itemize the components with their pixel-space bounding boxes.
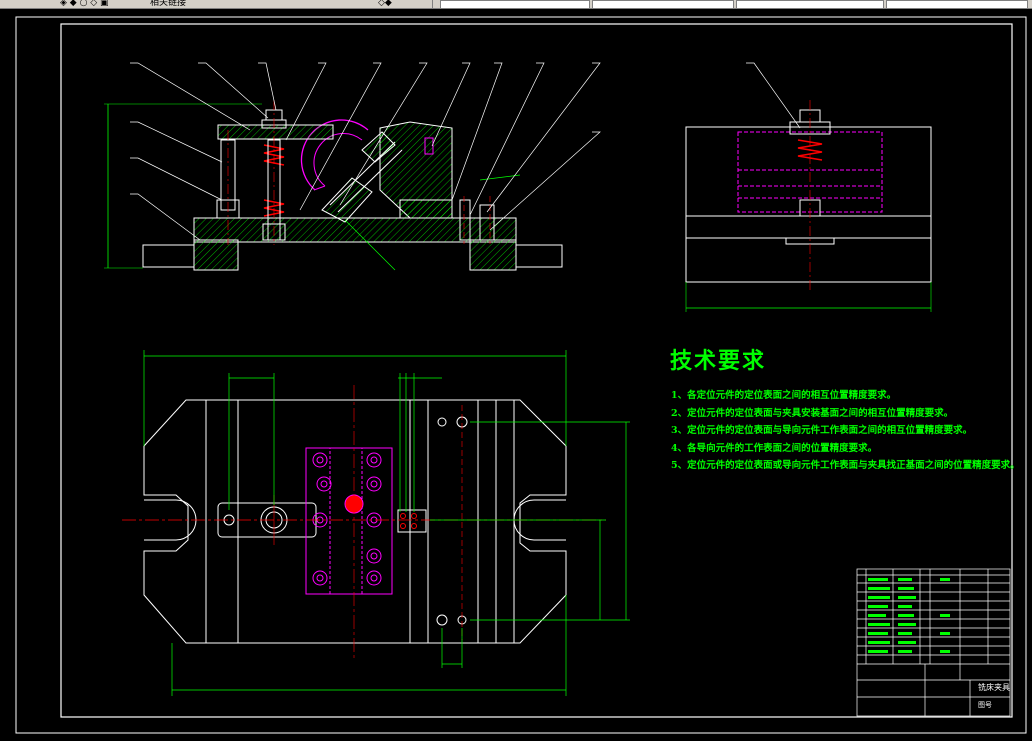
lineweight-dropdown[interactable] <box>886 0 1028 8</box>
drawing-canvas[interactable]: 铣床夹具 图号 技术要求 1、各定位元件的定位表面之间的相互位置精度要求。 2、… <box>0 9 1032 741</box>
technical-requirements-title: 技术要求 <box>670 348 767 374</box>
title-block-name: 铣床夹具 <box>978 682 1010 692</box>
requirement-item: 3、定位元件的定位表面与导向元件工作表面之间的相互位置精度要求。 <box>671 425 973 436</box>
toolbar-link-label[interactable]: 相关链接 <box>150 0 186 8</box>
bom-entries <box>868 578 950 653</box>
technical-requirements-list: 1、各定位元件的定位表面之间的相互位置精度要求。 2、定位元件的定位表面与夹具安… <box>671 387 1020 475</box>
requirement-item: 4、各导向元件的工作表面之间的位置精度要求。 <box>671 442 878 454</box>
top-view <box>122 350 630 696</box>
cad-drawing: 铣床夹具 图号 <box>15 16 1027 734</box>
properties-icon[interactable]: ◇◆ <box>378 0 392 8</box>
layer-dropdown[interactable] <box>440 0 590 8</box>
color-dropdown[interactable] <box>592 0 734 8</box>
layer-icon[interactable]: ◈ ◆ ○ ◇ ▣ <box>60 0 109 8</box>
title-block-drawing-no: 图号 <box>978 701 992 709</box>
cad-toolbar: ◈ ◆ ○ ◇ ▣ 相关链接 ◇◆ <box>0 0 1032 9</box>
linetype-dropdown[interactable] <box>736 0 884 8</box>
side-view <box>685 62 932 312</box>
requirement-item: 5、定位元件的定位表面或导向元件工作表面与夹具找正基面之间的位置精度要求。 <box>671 460 1020 471</box>
requirement-item: 2、定位元件的定位表面与夹具安装基面之间的相互位置精度要求。 <box>671 407 954 419</box>
inner-frame <box>60 23 1013 718</box>
requirement-item: 1、各定位元件的定位表面之间的相互位置精度要求。 <box>671 390 897 401</box>
front-view <box>104 62 601 271</box>
